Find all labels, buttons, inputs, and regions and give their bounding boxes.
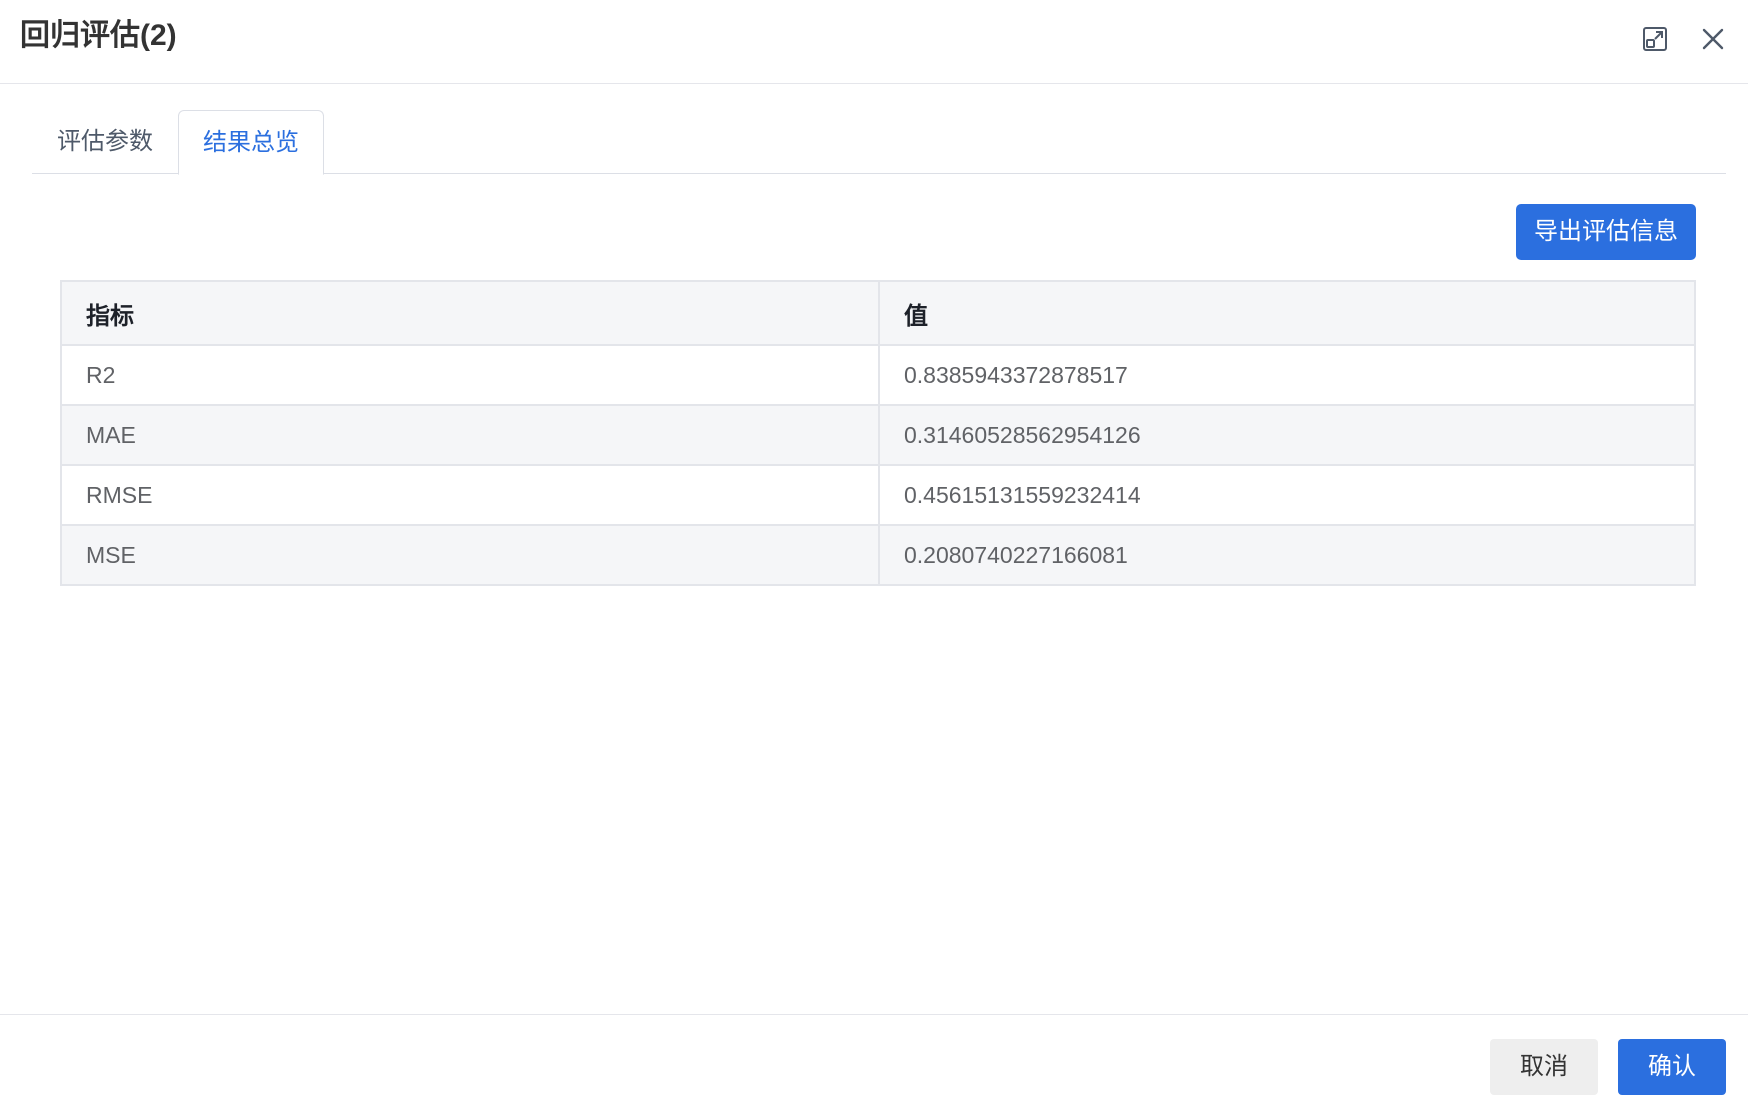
- table-row: RMSE 0.45615131559232414: [60, 464, 1696, 526]
- cancel-button[interactable]: 取消: [1490, 1039, 1598, 1095]
- close-icon[interactable]: [1694, 20, 1732, 58]
- column-header-metric: 指标: [60, 280, 880, 346]
- dialog-header: 回归评估(2): [0, 0, 1748, 84]
- table-row: MAE 0.31460528562954126: [60, 404, 1696, 466]
- export-eval-button[interactable]: 导出评估信息: [1516, 204, 1696, 260]
- table-header-row: 指标 值: [60, 280, 1696, 346]
- metric-cell: RMSE: [60, 464, 880, 526]
- value-cell: 0.31460528562954126: [878, 404, 1696, 466]
- metric-cell: R2: [60, 344, 880, 406]
- table-row: R2 0.8385943372878517: [60, 344, 1696, 406]
- column-header-value: 值: [878, 280, 1696, 346]
- confirm-button[interactable]: 确认: [1618, 1039, 1726, 1095]
- tab-results-overview[interactable]: 结果总览: [178, 110, 324, 175]
- table-row: MSE 0.2080740227166081: [60, 524, 1696, 586]
- metrics-table: 指标 值 R2 0.8385943372878517 MAE 0.3146052…: [60, 280, 1696, 586]
- metric-cell: MAE: [60, 404, 880, 466]
- metric-cell: MSE: [60, 524, 880, 586]
- tab-eval-params[interactable]: 评估参数: [32, 110, 178, 174]
- tab-bar: 评估参数 结果总览: [32, 110, 1726, 175]
- value-cell: 0.2080740227166081: [878, 524, 1696, 586]
- value-cell: 0.8385943372878517: [878, 344, 1696, 406]
- maximize-icon[interactable]: [1636, 20, 1674, 58]
- dialog-footer: 取消 确认: [0, 1014, 1748, 1112]
- value-cell: 0.45615131559232414: [878, 464, 1696, 526]
- dialog-title: 回归评估(2): [20, 19, 177, 52]
